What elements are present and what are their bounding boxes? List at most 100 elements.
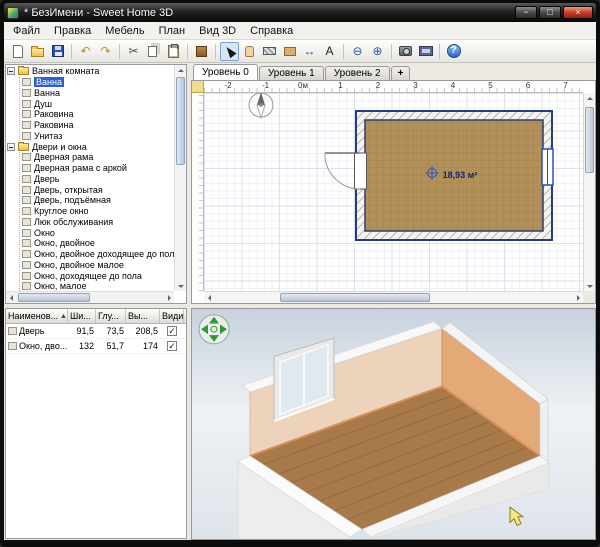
scroll-down-arrow-icon[interactable] [175, 281, 187, 291]
menu-item[interactable]: Мебель [98, 23, 151, 39]
furniture-size-cell: 73,5 [96, 326, 126, 336]
catalog-item[interactable]: Окно, малое [22, 281, 174, 291]
furniture-row[interactable]: Окно, дво...13251,7174✓ [6, 339, 186, 354]
create-rooms-button[interactable] [280, 42, 299, 61]
catalog-item[interactable]: Раковина [22, 109, 174, 120]
table-column-header[interactable]: Види... [160, 309, 184, 323]
create-walls-button[interactable] [260, 42, 279, 61]
add-furniture-button[interactable] [192, 42, 211, 61]
door[interactable] [325, 153, 367, 189]
scroll-up-arrow-icon[interactable] [175, 65, 187, 75]
furniture-icon [196, 46, 207, 57]
visibility-checkbox[interactable]: ✓ [167, 326, 177, 336]
tree-collapse-toggle-icon[interactable] [7, 143, 15, 151]
furniture-thumbnail-icon [22, 272, 31, 280]
catalog-horizontal-scrollbar[interactable] [6, 291, 174, 303]
zoom-out-button[interactable]: ⊖ [348, 42, 367, 61]
catalog-item[interactable]: Дверь, открытая [22, 184, 174, 195]
horizontal-scrollbar-thumb[interactable] [18, 293, 90, 302]
catalog-item[interactable]: Дверь [22, 174, 174, 185]
copy-button[interactable] [144, 42, 163, 61]
catalog-item[interactable]: Круглое окно [22, 206, 174, 217]
create-video-button[interactable] [416, 42, 435, 61]
catalog-item[interactable]: Раковина [22, 120, 174, 131]
scroll-left-arrow-icon[interactable] [204, 292, 214, 304]
table-column-header[interactable]: Глу... [96, 309, 126, 323]
catalog-item[interactable]: Ванна [22, 77, 174, 88]
maximize-button[interactable]: □ [539, 6, 561, 19]
vertical-ruler [192, 93, 204, 291]
3d-navigation-control[interactable] [199, 315, 229, 344]
catalog-item[interactable]: Окно [22, 227, 174, 238]
catalog-item[interactable]: Окно, доходящее до пола [22, 270, 174, 281]
catalog-item[interactable]: Ванна [22, 88, 174, 99]
create-dimensions-button[interactable]: ↔ [300, 42, 319, 61]
select-tool-button[interactable] [220, 42, 239, 61]
vertical-scrollbar-thumb[interactable] [585, 107, 594, 173]
table-column-header[interactable]: Ши... [68, 309, 96, 323]
add-level-tab[interactable]: + [391, 66, 411, 80]
furniture-row[interactable]: Дверь91,573,5208,5✓ [6, 324, 186, 339]
plan-vertical-scrollbar[interactable] [583, 93, 595, 291]
catalog-item[interactable]: Люк обслуживания [22, 217, 174, 228]
undo-button[interactable]: ↶ [76, 42, 95, 61]
scroll-down-arrow-icon[interactable] [584, 281, 596, 291]
redo-button[interactable]: ↷ [96, 42, 115, 61]
plan-canvas[interactable]: 18,93 м² [204, 93, 583, 291]
furniture-visible-cell: ✓ [160, 341, 184, 351]
undo-icon: ↶ [80, 45, 90, 57]
catalog-item[interactable]: Дверь, подъёмная [22, 195, 174, 206]
zoom-in-button[interactable]: ⊕ [368, 42, 387, 61]
table-column-header[interactable]: Наименов...▲ [6, 309, 68, 323]
catalog-item[interactable]: Душ [22, 98, 174, 109]
scroll-up-arrow-icon[interactable] [584, 93, 596, 103]
catalog-item[interactable]: Дверная рама с аркой [22, 163, 174, 174]
catalog-item-label: Окно [34, 228, 55, 238]
catalog-vertical-scrollbar[interactable] [174, 65, 186, 291]
level-tab[interactable]: Уровень 0 [193, 64, 258, 80]
paste-button[interactable] [164, 42, 183, 61]
ruler-corner[interactable] [192, 81, 204, 93]
scroll-right-arrow-icon[interactable] [164, 292, 174, 304]
save-button[interactable] [48, 42, 67, 61]
menu-item[interactable]: Файл [6, 23, 47, 39]
window[interactable] [542, 149, 553, 185]
vertical-scrollbar-thumb[interactable] [176, 77, 185, 165]
table-column-header[interactable]: Вы... [126, 309, 160, 323]
folder-icon [18, 67, 29, 75]
catalog-item[interactable]: Окно, двойное [22, 238, 174, 249]
scroll-right-arrow-icon[interactable] [573, 292, 583, 304]
level-tab[interactable]: Уровень 2 [325, 66, 390, 80]
catalog-category[interactable]: Двери и окна [7, 141, 174, 152]
help-button[interactable]: ? [444, 42, 463, 61]
3d-view[interactable] [191, 308, 596, 540]
pan-tool-button[interactable] [240, 42, 259, 61]
catalog-item[interactable]: Дверная рама [22, 152, 174, 163]
horizontal-scrollbar-thumb[interactable] [280, 293, 430, 302]
visibility-checkbox[interactable]: ✓ [167, 341, 177, 351]
catalog-category[interactable]: Ванная комната [7, 66, 174, 77]
title-bar[interactable]: * БезИмени - Sweet Home 3D − □ × [4, 3, 596, 22]
menu-item[interactable]: План [152, 23, 193, 39]
plan-compass-icon[interactable] [249, 93, 273, 118]
catalog-item[interactable]: Окно, двойное малое [22, 260, 174, 271]
catalog-item[interactable]: Окно, двойное доходящее до пола [22, 249, 174, 260]
new-plan-button[interactable] [8, 42, 27, 61]
add-text-button[interactable]: A [320, 42, 339, 61]
open-button[interactable] [28, 42, 47, 61]
furniture-thumbnail-icon [22, 89, 31, 97]
menu-item[interactable]: Справка [243, 23, 300, 39]
close-button[interactable]: × [563, 6, 593, 19]
ruler-number: -1 [262, 81, 269, 90]
minimize-button[interactable]: − [515, 6, 537, 19]
toolbar-separator [439, 44, 440, 59]
menu-item[interactable]: Правка [47, 23, 98, 39]
scroll-left-arrow-icon[interactable] [6, 292, 16, 304]
level-tab[interactable]: Уровень 1 [259, 66, 324, 80]
create-photo-button[interactable] [396, 42, 415, 61]
tree-collapse-toggle-icon[interactable] [7, 67, 15, 75]
catalog-item[interactable]: Унитаз [22, 131, 174, 142]
plan-horizontal-scrollbar[interactable] [204, 291, 583, 303]
cut-button[interactable]: ✂ [124, 42, 143, 61]
menu-item[interactable]: Вид 3D [192, 23, 243, 39]
